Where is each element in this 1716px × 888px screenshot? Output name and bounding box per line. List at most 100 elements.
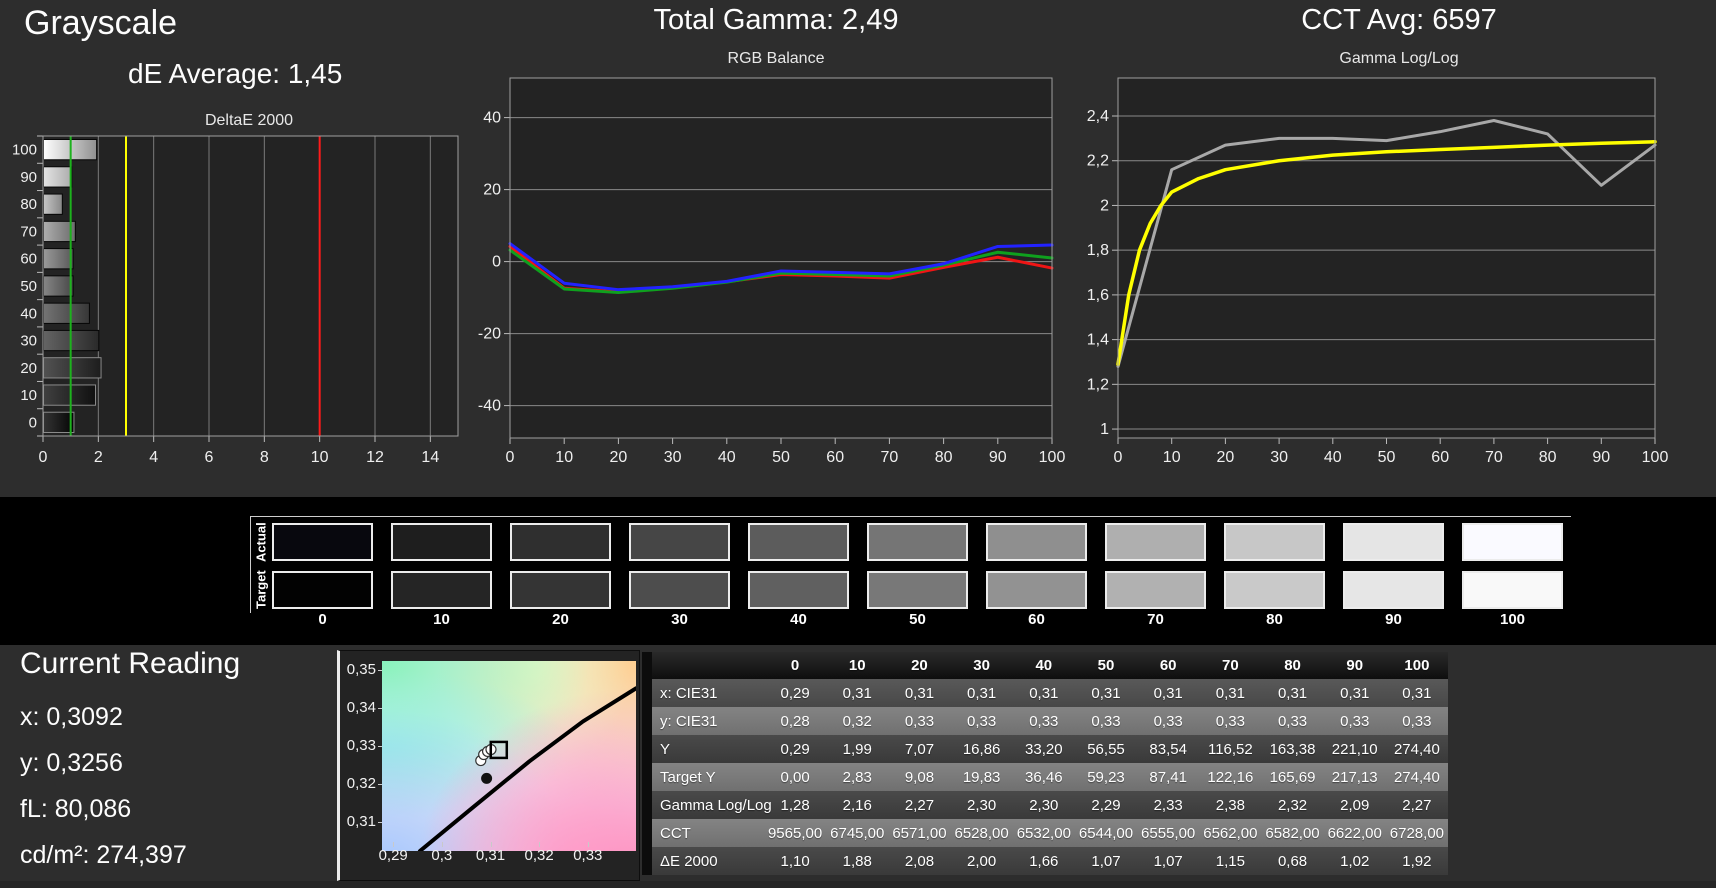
table-cell: 0,31	[1029, 684, 1059, 702]
svg-text:30: 30	[1270, 449, 1288, 466]
svg-text:12: 12	[366, 449, 384, 466]
svg-text:100: 100	[1039, 449, 1066, 466]
table-row-label: Y	[660, 740, 671, 758]
cie-y-tick	[378, 746, 382, 748]
table-cell: 0,31	[1277, 684, 1308, 702]
swatch-level-label: 30	[671, 611, 688, 628]
table-header-level-10: 10	[848, 657, 866, 674]
calibration-report: Grayscale dE Average: 1,45 DeltaE 2000 1…	[0, 0, 1716, 888]
table-cell: 1,28	[780, 796, 810, 814]
table-cell: 0,33	[1215, 712, 1245, 730]
reading-fl: fL: 80,086	[20, 795, 132, 823]
swatch-target-100	[1462, 571, 1563, 609]
svg-text:30: 30	[20, 333, 37, 350]
rgb-balance-line-chart: 40 20 0 -20 -40 0 10 20 30 40 50 60 70 80 90 100	[478, 77, 1066, 466]
table-cell: 0,33	[1029, 712, 1059, 730]
gamma-loglog-line-chart: 2,4 2,2 2 1,8 1,6 1,4 1,2 10 10 20 30 40 50 60 70 80 90 1…	[1087, 77, 1669, 466]
cie-y-tick	[378, 670, 382, 672]
table-cell: 0,31	[1340, 684, 1370, 702]
table-cell: 274,40	[1393, 768, 1440, 786]
deltae-2000-bar-chart: 10090807060504030201000 2 4 6 8 10 12 14	[12, 135, 459, 466]
svg-text:2: 2	[1100, 197, 1109, 214]
svg-text:20: 20	[610, 449, 628, 466]
table-cell: 2,33	[1153, 796, 1183, 814]
measurement-table: 0 10 20 30 40 50 60 70 80 90 100 x: CIE31 0,29 0,31 0,…	[642, 652, 1448, 875]
table-cell: 6571,00	[892, 824, 947, 842]
table-header-level-80: 80	[1284, 657, 1301, 674]
table-cell: 1,66	[1029, 852, 1059, 870]
svg-text:100: 100	[12, 142, 37, 159]
swatch-level-label: 100	[1499, 611, 1526, 628]
charts-section: Grayscale dE Average: 1,45 DeltaE 2000 1…	[0, 0, 1716, 497]
svg-text:30: 30	[664, 449, 682, 466]
table-cell: 2,30	[967, 796, 997, 814]
table-cell: 59,23	[1087, 768, 1125, 786]
svg-text:8: 8	[260, 449, 269, 466]
table-row-y: Y 0,29 1,99 7,07 16,86 33,20 56,55 83,54 116,52 1…	[652, 735, 1448, 763]
table-cell: 0,31	[1402, 684, 1432, 702]
table-cell: 0,31	[967, 684, 997, 702]
swatch-level-label: 90	[1385, 611, 1402, 628]
svg-text:60: 60	[826, 449, 844, 466]
cie-chromaticity-chart: 0,35 0,34 0,33 0,32 0,31 0,29 0,3 0,31 0,32 0,33	[337, 650, 640, 881]
swatch-target-70	[1105, 571, 1206, 609]
svg-text:2,4: 2,4	[1087, 108, 1109, 125]
table-row-label: y: CIE31	[660, 712, 718, 730]
table-cell: 0,31	[1215, 684, 1245, 702]
swatch-actual-30	[629, 523, 730, 561]
cie-point-black	[481, 772, 493, 784]
svg-text:90: 90	[989, 449, 1007, 466]
cie-x-tick	[539, 842, 541, 847]
table-cell: 0,33	[1277, 712, 1308, 730]
table-header-level-100: 100	[1404, 657, 1430, 674]
cie-y-tick	[378, 708, 382, 710]
table-cell: 83,54	[1149, 740, 1187, 758]
svg-text:-20: -20	[478, 326, 501, 343]
table-header-level-60: 60	[1159, 657, 1177, 674]
svg-text:90: 90	[1592, 449, 1610, 466]
swatch-actual-70	[1105, 523, 1206, 561]
cie-overlay	[417, 686, 636, 851]
swatch-actual-0	[272, 523, 373, 561]
table-cell: 0,31	[1091, 684, 1121, 702]
swatch-target-0	[272, 571, 373, 609]
table-cell: 0,32	[842, 712, 872, 730]
table-cell: 2,32	[1277, 796, 1308, 814]
page-title: Grayscale	[24, 4, 178, 42]
table-cell: 0,33	[1340, 712, 1370, 730]
svg-text:80: 80	[1539, 449, 1557, 466]
table-cell: 2,83	[842, 768, 872, 786]
swatch-target-10	[391, 571, 492, 609]
swatch-row-target	[272, 571, 1563, 609]
svg-text:10: 10	[555, 449, 573, 466]
swatch-actual-90	[1343, 523, 1444, 561]
swatch-level-label: 40	[790, 611, 807, 628]
swatch-level-label: 50	[909, 611, 926, 628]
svg-text:1: 1	[1100, 421, 1109, 438]
total-gamma-readout: Total Gamma: 2,49	[653, 4, 899, 36]
svg-text:0: 0	[29, 414, 37, 431]
table-cell: 6745,00	[830, 824, 885, 842]
svg-text:2: 2	[94, 449, 103, 466]
svg-text:20: 20	[483, 182, 501, 199]
svg-text:10: 10	[20, 387, 37, 404]
svg-text:100: 100	[1642, 449, 1669, 466]
svg-text:80: 80	[935, 449, 953, 466]
svg-text:40: 40	[718, 449, 736, 466]
cie-y-tick-label: 0,33	[346, 737, 376, 755]
svg-text:1,8: 1,8	[1087, 242, 1109, 259]
table-cell: 0,31	[842, 684, 872, 702]
table-cell: 36,46	[1025, 768, 1063, 786]
table-cell: 1,02	[1340, 852, 1370, 870]
table-cell: 2,30	[1029, 796, 1059, 814]
table-cell: 0,31	[1153, 684, 1183, 702]
table-cell: 221,10	[1331, 740, 1378, 758]
table-header-level-20: 20	[911, 657, 928, 674]
table-row-label: Target Y	[660, 768, 716, 786]
swatch-actual-80	[1224, 523, 1325, 561]
daylight-locus-curve	[417, 686, 636, 851]
table-cell: 0,31	[904, 684, 935, 702]
table-cell: 1,07	[1153, 852, 1183, 870]
table-cell: 274,40	[1393, 740, 1440, 758]
cie-y-tick-label: 0,34	[346, 699, 376, 717]
